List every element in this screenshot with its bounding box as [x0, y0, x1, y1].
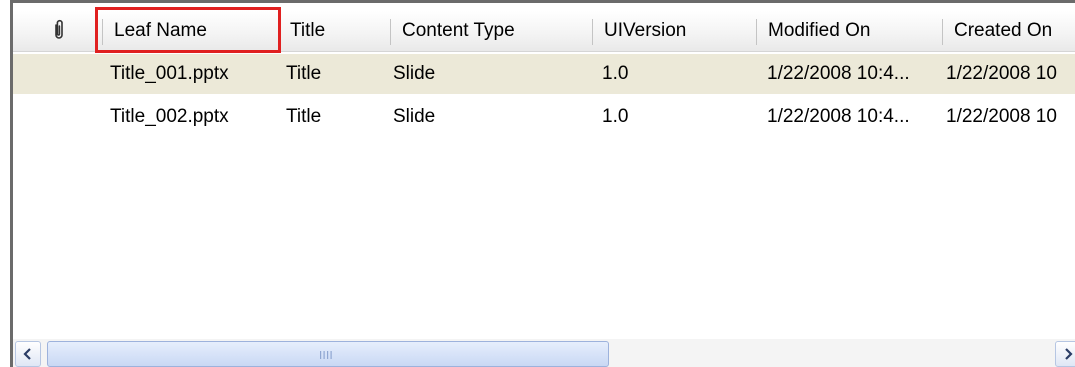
column-header-created-on[interactable]: Created On	[942, 11, 1075, 51]
column-header-uiversion[interactable]: UIVersion	[592, 11, 756, 51]
scroll-thumb[interactable]	[47, 341, 609, 367]
column-header-modified-on[interactable]: Modified On	[756, 11, 942, 51]
highlight-annotation	[95, 7, 281, 53]
cell-uiversion: 1.0	[602, 63, 629, 84]
cell-title: Title	[286, 63, 322, 84]
cell-created-on: 1/22/2008 10	[946, 106, 1057, 127]
grip-icon	[320, 351, 332, 359]
scroll-right-button[interactable]	[1055, 341, 1075, 367]
cell-leaf-name: Title_002.pptx	[110, 106, 229, 127]
chevron-left-icon	[23, 348, 31, 360]
cell-uiversion: 1.0	[602, 106, 629, 127]
paperclip-icon[interactable]	[53, 19, 65, 47]
cell-leaf-name: Title_001.pptx	[110, 63, 229, 84]
column-header-title[interactable]: Title	[278, 11, 390, 51]
cell-content-type: Slide	[393, 63, 436, 84]
column-header-content-type[interactable]: Content Type	[390, 11, 592, 51]
scroll-left-button[interactable]	[15, 341, 41, 367]
cell-modified-on: 1/22/2008 10:4...	[767, 63, 910, 84]
table-row[interactable]: Title_001.pptx Title Slide 1.0 1/22/2008…	[13, 54, 1075, 94]
cell-created-on: 1/22/2008 10	[946, 63, 1057, 84]
cell-content-type: Slide	[393, 106, 436, 127]
table-row[interactable]: Title_002.pptx Title Slide 1.0 1/22/2008…	[13, 97, 1075, 137]
cell-title: Title	[286, 106, 322, 127]
horizontal-scrollbar[interactable]	[13, 339, 1075, 367]
chevron-right-icon	[1065, 348, 1073, 360]
cell-modified-on: 1/22/2008 10:4...	[767, 106, 910, 127]
list-view[interactable]: Leaf Name Title Content Type UIVersion M…	[10, 0, 1075, 367]
